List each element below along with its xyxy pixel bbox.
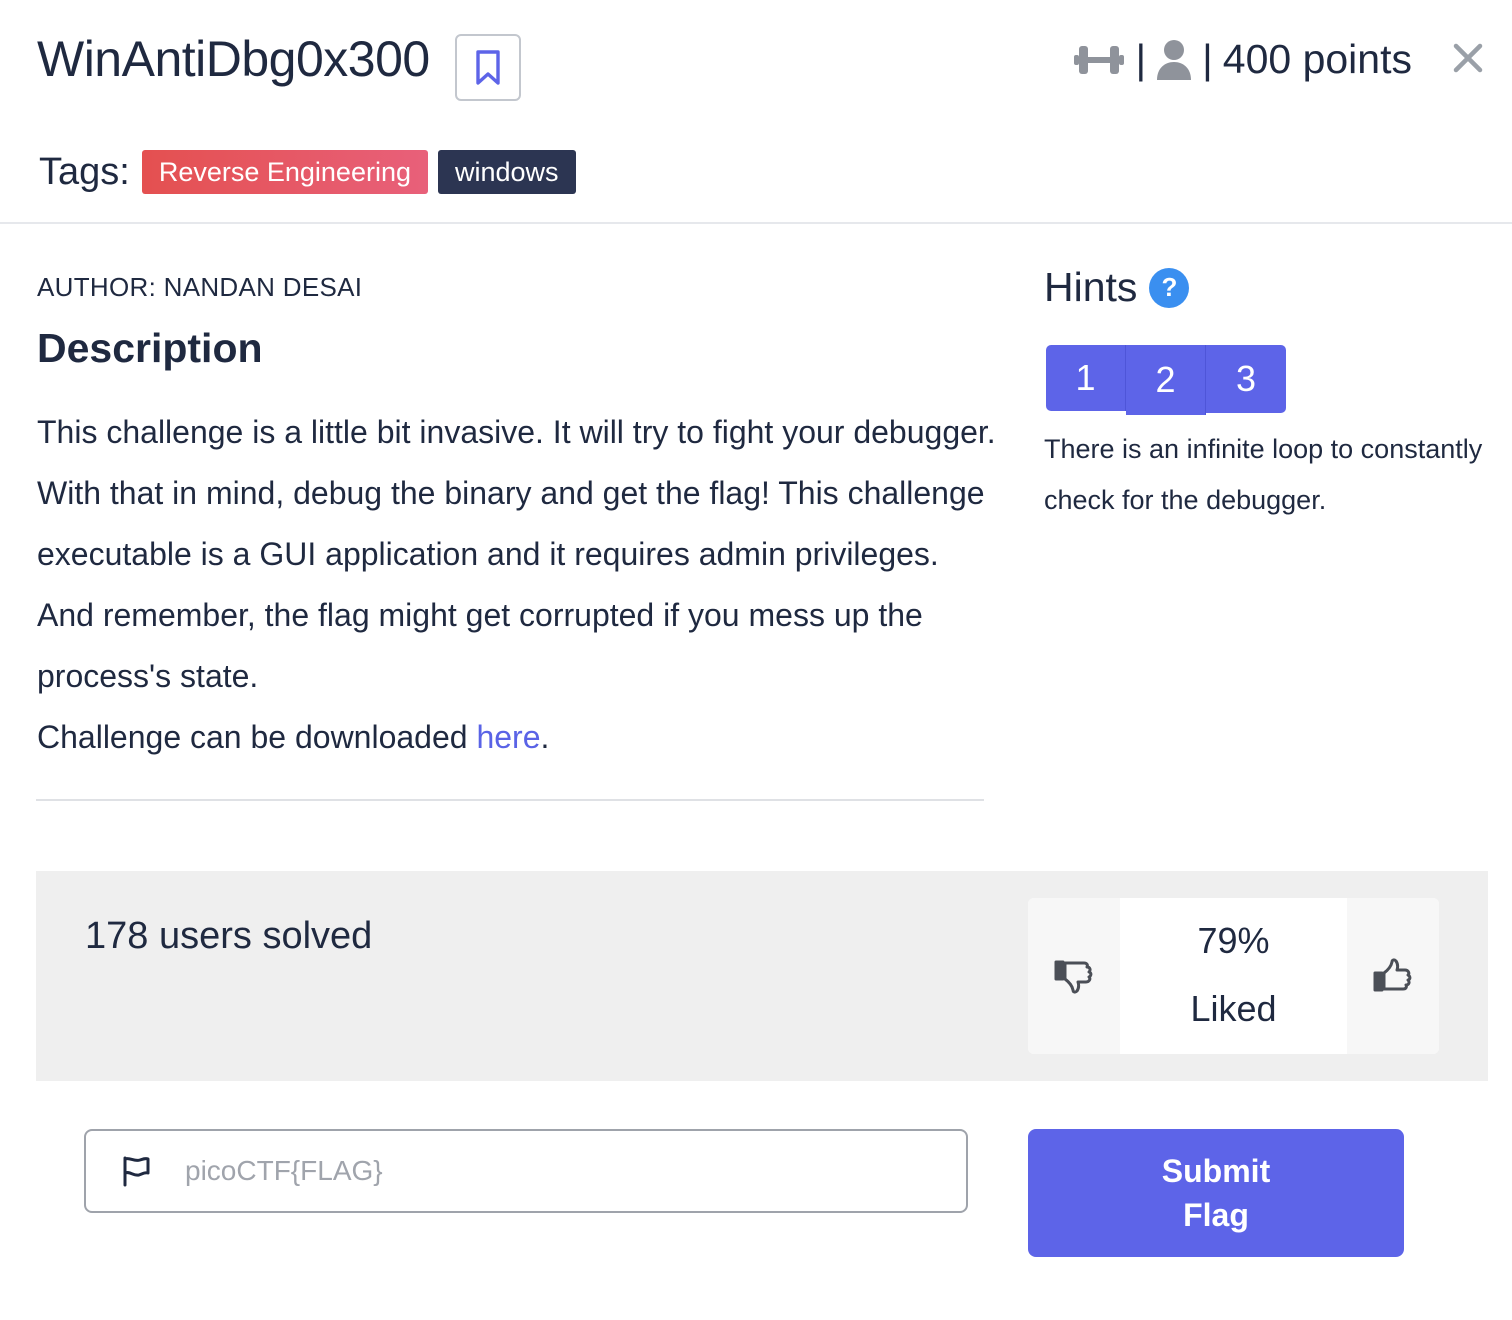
hints-heading-text: Hints xyxy=(1044,264,1138,310)
like-button[interactable] xyxy=(1347,898,1439,1054)
liked-label: Liked xyxy=(1190,988,1277,1029)
liked-percent: 79% xyxy=(1197,920,1270,961)
hint-content: There is an infinite loop to constantly … xyxy=(1044,434,1483,515)
hint-tab-2[interactable]: 2 xyxy=(1126,345,1206,415)
rating-box: 79% Liked xyxy=(1028,898,1439,1054)
thumbs-down-icon xyxy=(1054,960,1093,994)
user-icon xyxy=(1157,39,1192,80)
hints-heading: Hints ? xyxy=(1044,264,1190,311)
hint-tab-1[interactable]: 1 xyxy=(1046,345,1126,411)
rating-summary: 79% Liked xyxy=(1120,898,1347,1054)
close-icon xyxy=(1453,43,1483,73)
hint-tabs: 1 2 3 xyxy=(1046,345,1286,415)
description-paragraph: This challenge is a little bit invasive.… xyxy=(37,414,996,694)
tag-windows[interactable]: windows xyxy=(437,150,576,194)
tags-label: Tags: xyxy=(39,150,130,193)
submit-label-line1: Submit xyxy=(1161,1153,1271,1189)
meta-separator: | xyxy=(1135,36,1147,82)
dislike-button[interactable] xyxy=(1028,898,1120,1054)
flag-input[interactable] xyxy=(185,1141,966,1201)
challenge-points: 400 points xyxy=(1222,36,1412,82)
description-heading: Description xyxy=(37,325,263,371)
download-prefix: Challenge can be downloaded xyxy=(37,719,477,755)
stats-panel: 178 users solved 79% Liked xyxy=(36,871,1488,1081)
close-button[interactable] xyxy=(1448,38,1488,78)
hint-tab-3[interactable]: 3 xyxy=(1206,345,1286,413)
description-divider xyxy=(36,799,984,801)
bookmark-button[interactable] xyxy=(455,34,521,101)
download-suffix: . xyxy=(540,719,550,755)
flag-icon xyxy=(119,1154,153,1188)
users-solved: 178 users solved xyxy=(85,915,373,957)
meta-separator: | xyxy=(1202,36,1213,82)
bookmark-icon xyxy=(476,49,500,85)
description-body: This challenge is a little bit invasive.… xyxy=(37,402,997,768)
submit-flag-button[interactable]: Submit Flag xyxy=(1028,1129,1404,1257)
challenge-title: WinAntiDbg0x300 xyxy=(37,31,430,87)
help-icon[interactable]: ? xyxy=(1149,267,1190,308)
author-line: AUTHOR: NANDAN DESAI xyxy=(37,272,363,302)
challenge-meta: | | 400 points xyxy=(1073,36,1412,83)
dumbbell-icon xyxy=(1074,45,1125,74)
challenge-header: WinAntiDbg0x300 | | 400 points Tags: Rev… xyxy=(0,0,1512,224)
download-link[interactable]: here xyxy=(476,719,540,755)
tag-reverse-engineering[interactable]: Reverse Engineering xyxy=(141,150,428,194)
thumbs-up-icon xyxy=(1373,958,1412,992)
tags-row: Tags: Reverse Engineering windows xyxy=(39,150,586,194)
flag-input-container xyxy=(84,1129,968,1213)
submit-label-line2: Flag xyxy=(1183,1197,1249,1233)
download-line: Challenge can be downloaded here. xyxy=(37,707,997,768)
